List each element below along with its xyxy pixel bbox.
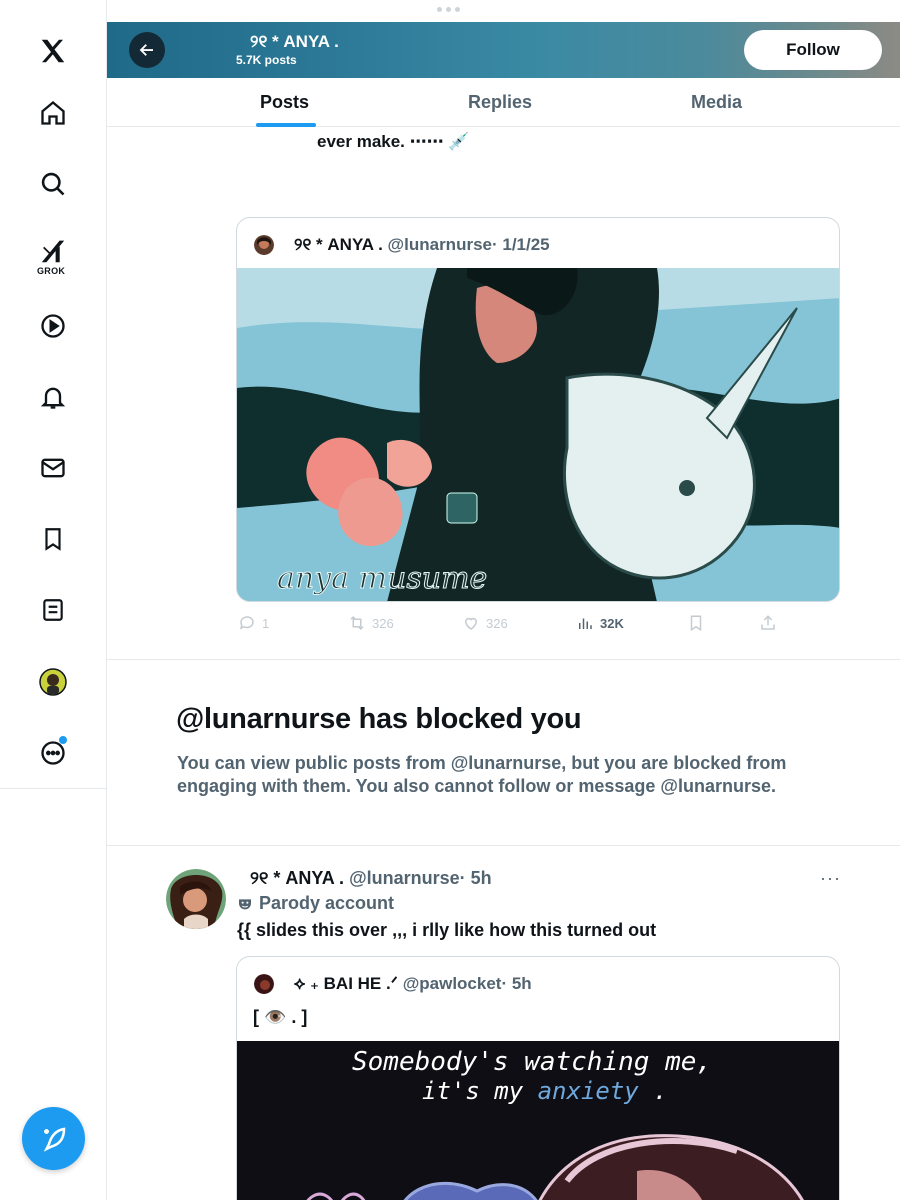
- compose-button[interactable]: [22, 1107, 85, 1170]
- quoted-tweet-header: ୨୧ * ANYA . @lunarnurse· 1/1/25: [237, 218, 839, 268]
- heart-icon: [464, 617, 478, 630]
- bookmarks-icon[interactable]: [33, 519, 73, 559]
- tab-posts[interactable]: Posts: [260, 92, 309, 113]
- profile-tabs: Posts Replies Media: [107, 78, 900, 127]
- repost-icon: [350, 615, 364, 631]
- views-icon: [579, 618, 592, 629]
- repost-button[interactable]: 326: [348, 614, 394, 632]
- notifications-icon[interactable]: [33, 377, 73, 417]
- quoted-tweet-time: · 5h: [501, 974, 532, 993]
- views-button[interactable]: 32K: [576, 614, 624, 632]
- quoted-tweet-header: ⟡ ₊ BAI HE .ᐟ @pawlocket· 5h: [237, 957, 839, 1007]
- repost-count: 326: [372, 615, 394, 631]
- reply-count: 1: [262, 615, 270, 631]
- tweet-action-bar: 1 326 326 32K: [236, 612, 840, 636]
- image-caption-text: anya musume: [277, 561, 487, 596]
- tweet-text-remnant: ever make. ⋯⋯ 💉: [317, 132, 470, 151]
- home-icon[interactable]: [33, 93, 73, 133]
- tweet-time[interactable]: · 5h: [460, 868, 492, 888]
- blocked-title: @lunarnurse has blocked you: [176, 703, 582, 735]
- bookmark-icon: [690, 615, 702, 632]
- tab-replies[interactable]: Replies: [468, 92, 532, 113]
- active-tab-indicator: [256, 123, 316, 127]
- bookmark-button[interactable]: [687, 614, 705, 632]
- notification-dot: [59, 736, 67, 744]
- image-handwriting-line1: Somebody's watching me,: [352, 1047, 713, 1077]
- back-button[interactable]: [129, 32, 165, 68]
- drag-handle[interactable]: [437, 7, 460, 12]
- profile-avatar[interactable]: [33, 662, 73, 702]
- author-avatar[interactable]: [166, 869, 226, 929]
- parody-mask-icon: [239, 898, 251, 909]
- header-display-name: ୨୧ * ANYA .: [250, 32, 339, 51]
- quoted-author-avatar: [254, 235, 274, 255]
- quoted-tweet-text: [ 👁️ . ]: [253, 1007, 308, 1027]
- more-icon[interactable]: [33, 733, 73, 773]
- author-name[interactable]: ୨୧ * ANYA .: [250, 868, 344, 888]
- x-logo-icon[interactable]: [33, 31, 73, 71]
- quoted-tweet-image[interactable]: anya musume: [237, 268, 839, 601]
- messages-icon[interactable]: [33, 448, 73, 488]
- nav-divider: [0, 788, 107, 789]
- grok-label: GROK: [37, 266, 66, 276]
- reply-icon: [239, 616, 254, 630]
- quoted-tweet-date: · 1/1/25: [491, 235, 550, 254]
- author-handle[interactable]: @lunarnurse: [349, 868, 460, 888]
- lists-icon[interactable]: [33, 590, 73, 630]
- video-icon[interactable]: [33, 306, 73, 346]
- quoted-author-avatar: [254, 974, 274, 994]
- like-button[interactable]: 326: [462, 614, 508, 632]
- more-options-button[interactable]: ···: [820, 868, 841, 889]
- quoted-author-name: ⟡ ₊ BAI HE .ᐟ: [294, 974, 398, 993]
- image-handwriting-line2: it's my anxiety .: [422, 1077, 668, 1105]
- tab-media[interactable]: Media: [691, 92, 742, 113]
- profile-header: ୨୧ * ANYA . 5.7K posts Follow: [107, 22, 900, 78]
- parody-label: Parody account: [237, 893, 394, 914]
- views-count: 32K: [600, 615, 624, 631]
- tweet-text: {{ slides this over ,,, i rlly like how …: [237, 920, 657, 940]
- divider: [107, 845, 900, 846]
- quoted-tweet-card[interactable]: ୨୧ * ANYA . @lunarnurse· 1/1/25 anya mus…: [236, 217, 840, 602]
- quoted-tweet-image[interactable]: Somebody's watching me, it's my anxiety …: [237, 1041, 839, 1200]
- quoted-author-handle: @lunarnurse: [387, 235, 492, 254]
- quoted-tweet-card[interactable]: ⟡ ₊ BAI HE .ᐟ @pawlocket· 5h [ 👁️ . ] So…: [236, 956, 840, 1200]
- reply-button[interactable]: 1: [238, 614, 269, 632]
- like-count: 326: [486, 615, 508, 631]
- share-button[interactable]: [759, 614, 777, 632]
- divider: [107, 659, 900, 660]
- nav-rail: GROK: [0, 0, 107, 1200]
- parody-label-text: Parody account: [259, 893, 395, 913]
- share-icon: [761, 615, 775, 630]
- search-icon[interactable]: [33, 164, 73, 204]
- quoted-author-handle: @pawlocket: [402, 974, 502, 993]
- quoted-author-name: ୨୧ * ANYA .: [294, 235, 383, 254]
- blocked-description: You can view public posts from @lunarnur…: [177, 753, 787, 796]
- follow-button[interactable]: Follow: [744, 30, 882, 70]
- header-post-count: 5.7K posts: [236, 53, 297, 67]
